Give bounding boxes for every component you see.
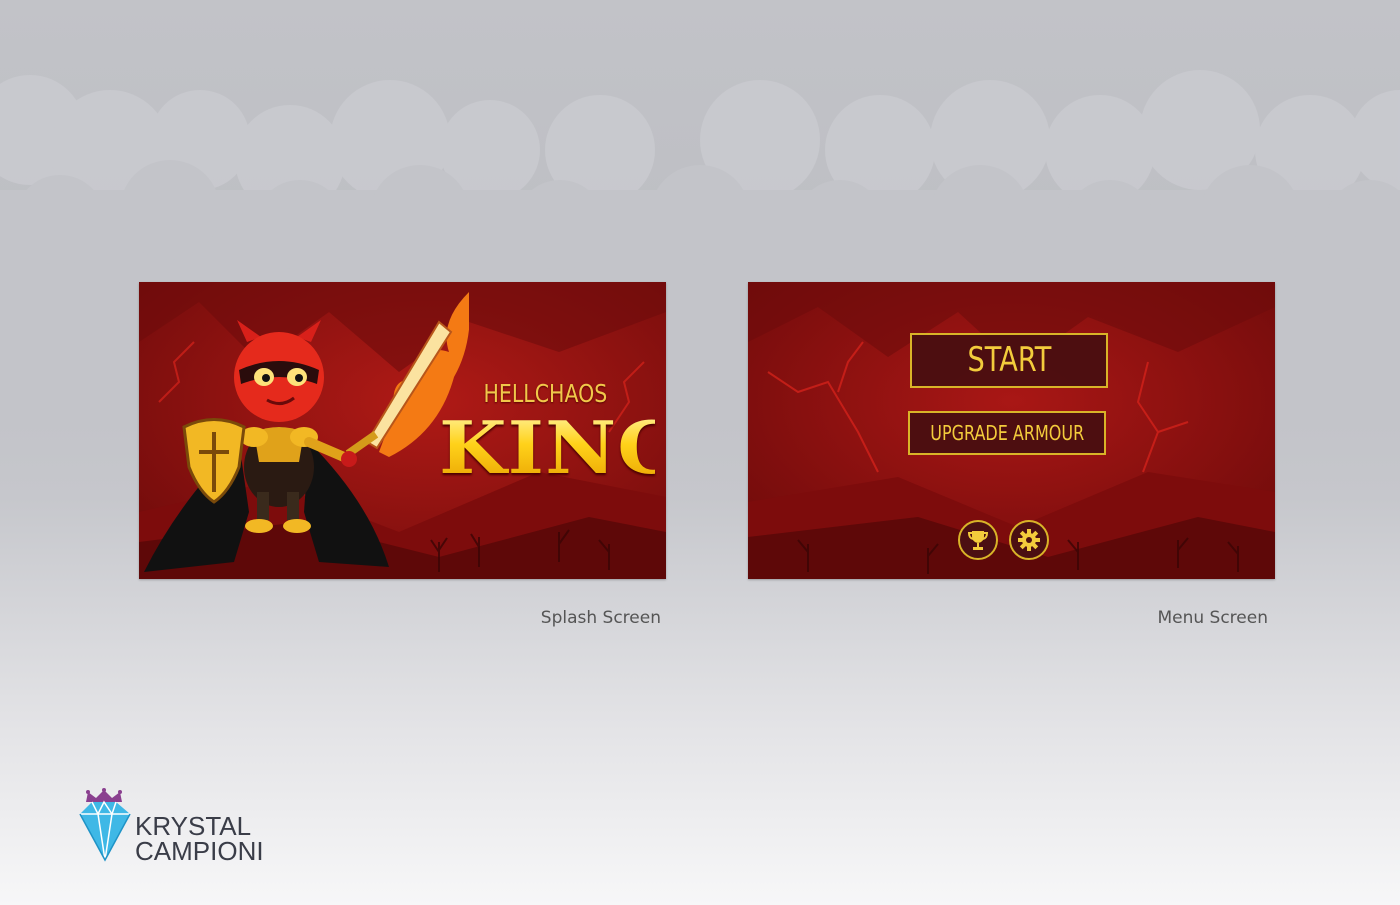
diamond-crown-icon: [79, 788, 131, 862]
menu-screen-caption: Menu Screen: [1157, 608, 1268, 628]
splash-screen: HELLCHAOS KING: [139, 282, 666, 579]
trophy-icon: [967, 531, 989, 550]
upgrade-armour-button[interactable]: UPGRADE ARMOUR: [908, 411, 1106, 455]
menu-screen: START UPGRADE ARMOUR: [748, 282, 1275, 579]
devil-knight-character: [144, 292, 469, 572]
start-button-label: START: [967, 340, 1051, 380]
upgrade-armour-button-label: UPGRADE ARMOUR: [929, 421, 1084, 445]
trophy-button[interactable]: [958, 520, 998, 560]
game-title-big: KING: [439, 405, 666, 490]
gear-icon: [1018, 529, 1040, 551]
start-button[interactable]: START: [910, 333, 1108, 388]
splash-screen-caption: Splash Screen: [540, 608, 661, 628]
logo-text-line2: CAMPIONI: [135, 836, 264, 866]
settings-button[interactable]: [1009, 520, 1049, 560]
game-title-small: HELLCHAOS: [483, 379, 608, 408]
krystal-campioni-logo: KRYSTAL CAMPIONI: [74, 788, 274, 868]
